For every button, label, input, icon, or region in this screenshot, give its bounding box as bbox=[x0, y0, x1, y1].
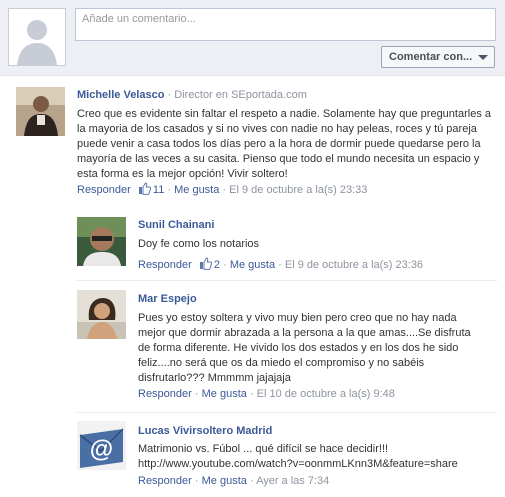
avatar[interactable] bbox=[16, 87, 65, 136]
avatar[interactable] bbox=[77, 217, 126, 266]
comment-text: Doy fe como los notarios bbox=[138, 238, 260, 250]
comment-actions: Responder · Me gusta · El 10 de octubre … bbox=[138, 388, 395, 400]
like-link[interactable]: Me gusta bbox=[174, 184, 219, 196]
reply-link[interactable]: Responder bbox=[138, 259, 192, 271]
comment-timestamp[interactable]: El 9 de octubre a la(s) 23:33 bbox=[229, 184, 367, 196]
svg-text:@: @ bbox=[90, 436, 113, 463]
comment-text: Creo que es evidente sin faltar el respe… bbox=[77, 108, 491, 180]
author-meta: · Director en SEportada.com bbox=[164, 89, 307, 101]
comment-input[interactable]: Añade un comentario... bbox=[75, 8, 496, 41]
thumbs-up-icon[interactable] bbox=[199, 257, 212, 270]
comment-author[interactable]: Michelle Velasco bbox=[77, 89, 164, 101]
like-count[interactable]: 2 bbox=[214, 259, 220, 271]
chevron-down-icon bbox=[478, 55, 488, 60]
default-avatar bbox=[8, 8, 66, 66]
comment-actions: Responder 2 · Me gusta · El 9 de octubre… bbox=[138, 257, 424, 271]
avatar[interactable] bbox=[77, 290, 126, 339]
like-link[interactable]: Me gusta bbox=[230, 259, 275, 271]
comment-author[interactable]: Sunil Chainani bbox=[138, 219, 214, 231]
like-link[interactable]: Me gusta bbox=[202, 475, 247, 487]
silhouette-icon bbox=[9, 9, 65, 65]
reply-link[interactable]: Responder bbox=[138, 475, 192, 487]
comment-as-label: Comentar con... bbox=[389, 51, 473, 63]
comment-timestamp[interactable]: El 9 de octubre a la(s) 23:36 bbox=[285, 259, 423, 271]
comment-timestamp[interactable]: Ayer a las 7:34 bbox=[256, 475, 329, 487]
comment-text: Pues yo estoy soltera y vivo muy bien pe… bbox=[138, 312, 471, 384]
avatar[interactable]: @ bbox=[77, 421, 126, 470]
comment-actions: Responder 11 · Me gusta · El 9 de octubr… bbox=[77, 182, 368, 196]
comment-author[interactable]: Lucas Vivirsoltero Madrid bbox=[138, 425, 272, 437]
comment-text: Matrimonio vs. Fúbol ... qué difícil se … bbox=[138, 443, 458, 470]
divider bbox=[77, 280, 497, 281]
divider bbox=[77, 412, 497, 413]
at-sign-icon: @ bbox=[77, 421, 126, 470]
thumbs-up-icon[interactable] bbox=[138, 182, 151, 195]
comment-author[interactable]: Mar Espejo bbox=[138, 293, 197, 305]
comment-composer: Añade un comentario... Comentar con... bbox=[0, 0, 505, 76]
like-link[interactable]: Me gusta bbox=[202, 388, 247, 400]
comment-as-button[interactable]: Comentar con... bbox=[381, 46, 495, 68]
comment-timestamp[interactable]: El 10 de octubre a la(s) 9:48 bbox=[257, 388, 395, 400]
reply-link[interactable]: Responder bbox=[77, 184, 131, 196]
reply-link[interactable]: Responder bbox=[138, 388, 192, 400]
comment-actions: Responder · Me gusta · Ayer a las 7:34 bbox=[138, 475, 330, 487]
like-count[interactable]: 11 bbox=[153, 184, 164, 196]
comments-widget: Añade un comentario... Comentar con... M… bbox=[0, 0, 505, 497]
